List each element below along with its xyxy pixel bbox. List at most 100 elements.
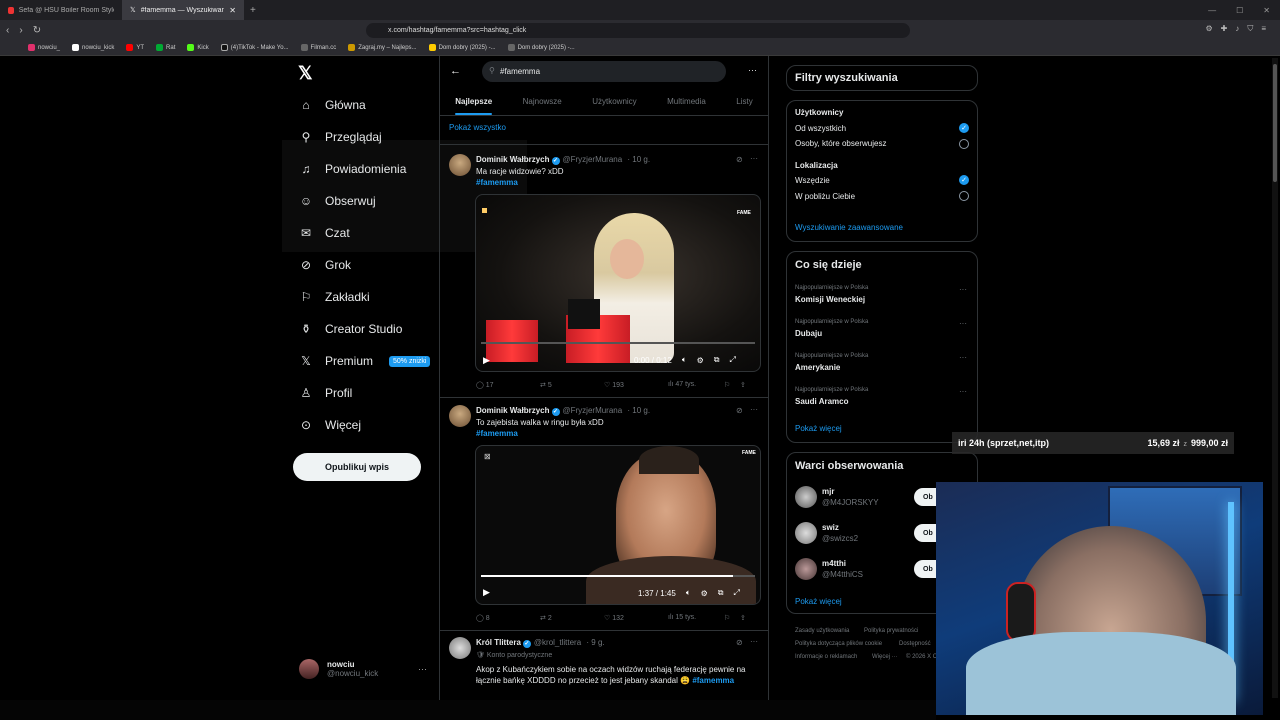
bookmark-item[interactable]: YT [126,44,144,51]
follow-button[interactable]: Ob [914,524,938,542]
reply-button[interactable]: ◯ 17 [476,381,540,389]
close-window-icon[interactable]: ✕ [1263,6,1270,15]
tweet-author[interactable]: Król Tlittera [476,638,521,647]
volume-icon[interactable]: 🔈︎ [686,588,691,598]
tab-top[interactable]: Najlepsze [455,97,492,115]
follow-button[interactable]: Ob [914,560,938,578]
avatar[interactable] [795,522,817,544]
hashtag-link[interactable]: #famemma [476,429,518,438]
follow-name[interactable]: swiz [822,523,839,532]
volume-icon[interactable]: 🔈︎ [682,355,687,365]
mute-icon[interactable]: ⊠ [484,452,491,461]
tweet-handle[interactable]: @FryzjerMurana [563,155,623,164]
trend-item[interactable]: Saudi Aramco [795,397,849,406]
bookmark-item[interactable]: Rat [156,44,175,51]
video-player[interactable]: FAME ⊠ [475,445,761,605]
back-arrow-icon[interactable]: ← [450,65,461,77]
tweet-author[interactable]: Dominik Wałbrzych [476,406,550,415]
footer-link[interactable]: Więcej ··· [872,654,898,660]
trend-item[interactable]: Dubaju [795,329,822,338]
nav-home[interactable]: ⌂ Główna [299,98,365,112]
tweet-author[interactable]: Dominik Wałbrzych [476,155,550,164]
video-progress-bar[interactable] [481,342,755,344]
hashtag-link[interactable]: #famemma [476,178,518,187]
account-switcher[interactable]: nowciu @nowciu_kick [299,659,378,679]
close-tab-icon[interactable]: ✕ [229,6,236,15]
new-tab-button[interactable]: + [244,5,262,16]
bookmark-item[interactable]: Dom dobry (2025) -... [507,44,575,51]
bookmark-item[interactable]: nowciu_kick [72,44,114,51]
bookmark-item[interactable]: Dom dobry (2025) -... [428,44,496,51]
trend-item[interactable]: Amerykanie [795,363,840,372]
radio-following[interactable] [959,139,969,149]
fullscreen-icon[interactable]: ⤢ [730,355,736,365]
back-arrow-icon[interactable]: ‹ [6,25,9,36]
like-button[interactable]: ♡ 132 [604,614,668,622]
scrollbar-thumb[interactable] [1273,64,1277,182]
nav-bookmarks[interactable]: ⚐ Zakładki [299,290,370,304]
show-more-trends-link[interactable]: Pokaż więcej [795,424,842,433]
radio-anywhere[interactable]: ✓ [959,175,969,185]
more-dots-icon[interactable]: ··· [959,353,967,362]
grok-icon[interactable]: ⊘ [736,155,743,164]
extension-icon[interactable]: ⚙ [1205,24,1212,34]
repost-button[interactable]: ⇄ 5 [540,381,604,389]
views-button[interactable]: ılı 15 tys. [668,614,724,622]
footer-link[interactable]: Dostępność [899,641,931,647]
pip-icon[interactable]: ⧉ [718,588,724,598]
advanced-search-link[interactable]: Wyszukiwanie zaawansowane [795,223,903,232]
footer-link[interactable]: Polityka prywatności [864,628,918,634]
show-all-link[interactable]: Pokaż wszystko [449,123,506,132]
more-dots-icon[interactable]: ··· [750,154,758,163]
settings-icon[interactable]: ⚙ [697,356,704,365]
share-icon[interactable]: ⇪ [740,381,746,389]
tab-lists[interactable]: Listy [736,97,752,106]
shield-icon[interactable]: ⛉ [1247,24,1253,34]
footer-link[interactable]: Informacje o reklamach [795,654,857,660]
more-dots-icon[interactable]: ··· [418,664,427,674]
more-dots-icon[interactable]: ··· [750,637,758,646]
bookmark-item[interactable]: (4)TikTok - Make Yo... [220,44,289,51]
nav-more[interactable]: ⊙ Więcej [299,418,361,432]
share-icon[interactable]: ⇪ [740,614,746,622]
filter-option-near-you[interactable]: W pobliżu Ciebie [795,192,855,201]
grok-icon[interactable]: ⊘ [736,638,743,647]
nav-chat[interactable]: ✉ Czat [299,226,350,240]
more-dots-icon[interactable]: ··· [750,405,758,414]
minimize-icon[interactable]: — [1208,6,1216,15]
pip-icon[interactable]: ⧉ [714,355,720,365]
browser-tab[interactable]: Sefa @ HSU Boiler Room Style Party [0,0,122,20]
nav-profile[interactable]: ♙ Profil [299,386,353,400]
follow-name[interactable]: m4tthi [822,559,846,568]
grok-icon[interactable]: ⊘ [736,406,743,415]
settings-icon[interactable]: ⚙ [701,589,708,598]
tab-latest[interactable]: Najnowsze [523,97,562,106]
nav-creator-studio[interactable]: ⚱ Creator Studio [299,322,402,336]
avatar[interactable] [795,486,817,508]
video-progress-bar[interactable] [481,575,755,577]
trend-item[interactable]: Komisji Weneckiej [795,295,865,304]
repost-button[interactable]: ⇄ 2 [540,614,604,622]
nav-premium[interactable]: 𝕏 Premium 50% zniżki [299,354,431,368]
tweet-handle[interactable]: @krol_tlittera [534,638,581,647]
bookmark-item[interactable]: Kick [187,44,209,51]
bookmark-icon[interactable]: ⚐ [724,614,740,622]
filter-option-anywhere[interactable]: Wszędzie [795,176,830,185]
filter-option-everyone[interactable]: Od wszystkich [795,124,846,133]
menu-icon[interactable]: ≡ [1261,24,1266,34]
radio-near-you[interactable] [959,191,969,201]
x-logo-icon[interactable]: 𝕏 [298,63,313,84]
radio-everyone[interactable]: ✓ [959,123,969,133]
more-dots-icon[interactable]: ··· [959,319,967,328]
tweet-handle[interactable]: @FryzjerMurana [563,406,623,415]
fullscreen-icon[interactable]: ⤢ [734,588,740,598]
browser-tab-active[interactable]: 𝕏#famemma — Wyszukiwanie / X✕ [122,0,244,20]
filter-option-following[interactable]: Osoby, które obserwujesz [795,139,886,148]
avatar[interactable] [449,405,471,427]
play-icon[interactable]: ▶ [483,355,490,366]
bookmark-icon[interactable]: ⚐ [724,381,740,389]
show-more-follow-link[interactable]: Pokaż więcej [795,597,842,606]
avatar[interactable] [449,637,471,659]
video-player[interactable]: FAME [475,194,761,372]
more-dots-icon[interactable]: ··· [959,285,967,294]
